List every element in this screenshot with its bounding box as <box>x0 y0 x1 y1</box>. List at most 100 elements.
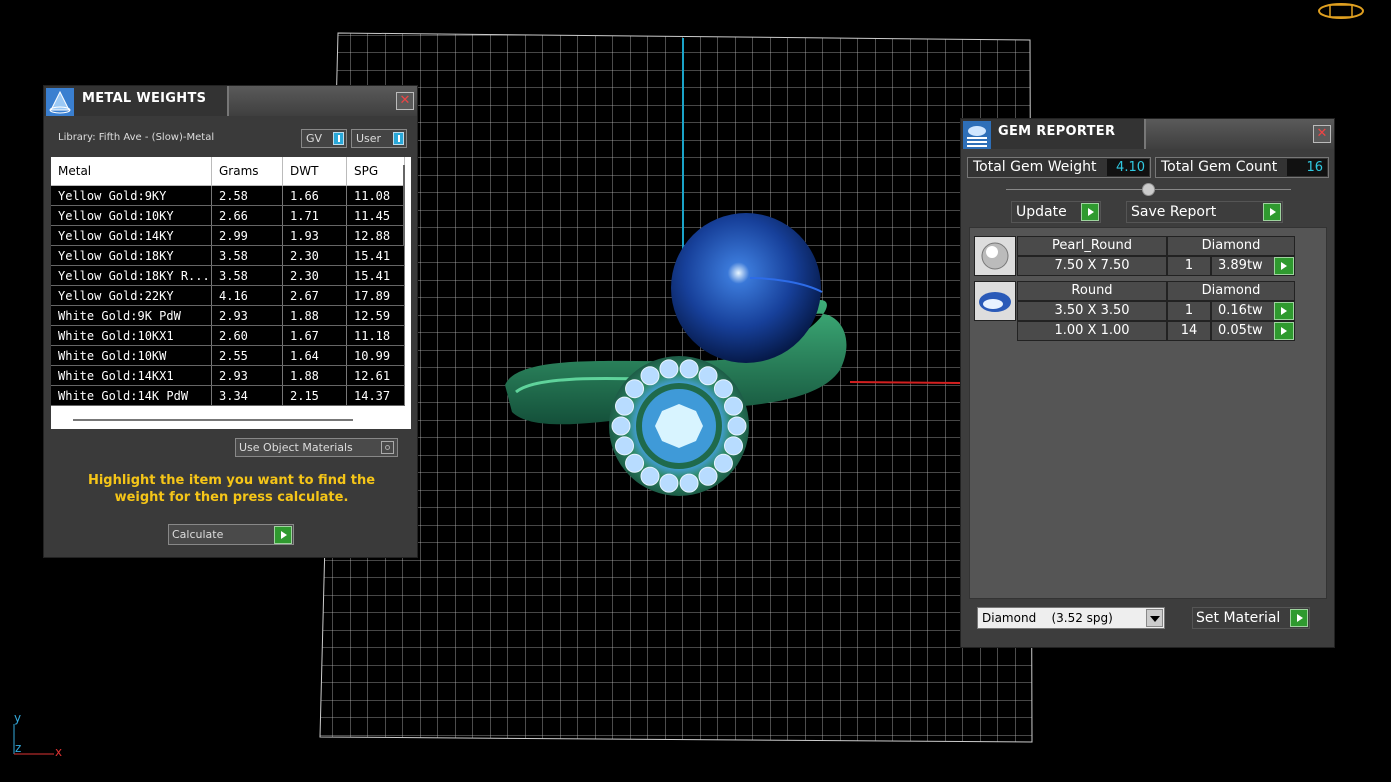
play-arrow-icon <box>1290 609 1308 627</box>
cell-dwt: 1.64 <box>282 345 347 366</box>
pearl-thumbnail-icon[interactable] <box>974 236 1016 276</box>
use-object-materials-radio[interactable] <box>381 441 394 454</box>
collapse-toggle[interactable] <box>1142 183 1155 196</box>
view-cube-icon[interactable] <box>1316 0 1366 24</box>
metal-table-grid: Metal Grams DWT SPG Yellow Gold:9KY 2.58 1… <box>51 157 405 406</box>
metal-table-hscrollbar[interactable] <box>73 419 353 421</box>
metal-table-row[interactable]: White Gold:10KX1 2.60 1.67 11.18 <box>51 325 405 346</box>
chevron-down-icon[interactable] <box>1146 609 1163 627</box>
gem-weight-cell: 0.05tw <box>1211 321 1295 341</box>
use-object-materials-option[interactable]: Use Object Materials <box>235 438 398 457</box>
gv-toggle-knob <box>333 132 344 145</box>
gem-count: 1 <box>1167 301 1211 321</box>
gem-weight-cell: 0.16tw <box>1211 301 1295 321</box>
cell-metal: Yellow Gold:22KY <box>51 285 212 306</box>
metal-table-row[interactable]: White Gold:9K PdW 2.93 1.88 12.59 <box>51 305 405 326</box>
metal-table-row[interactable]: Yellow Gold:22KY 4.16 2.67 17.89 <box>51 285 405 306</box>
calculate-label: Calculate <box>172 528 224 541</box>
halo-stone <box>679 359 699 379</box>
gem-weight-cell: 3.89tw <box>1211 256 1295 276</box>
halo-stone <box>698 466 718 486</box>
metal-table-row[interactable]: White Gold:10KW 2.55 1.64 10.99 <box>51 345 405 366</box>
metal-table-vscrollbar[interactable] <box>403 165 405 245</box>
cell-dwt: 1.88 <box>282 305 347 326</box>
calculate-button[interactable]: Calculate <box>168 524 294 545</box>
cell-spg: 15.41 <box>346 265 405 286</box>
cell-dwt: 2.15 <box>282 385 347 406</box>
select-gem-button[interactable] <box>1274 257 1294 275</box>
metal-table-row[interactable]: Yellow Gold:9KY 2.58 1.66 11.08 <box>51 185 405 206</box>
cell-metal: White Gold:10KW <box>51 345 212 366</box>
play-arrow-icon <box>274 526 292 544</box>
metal-table-row[interactable]: Yellow Gold:14KY 2.99 1.93 12.88 <box>51 225 405 246</box>
metal-table-row[interactable]: White Gold:14K PdW 3.34 2.15 14.37 <box>51 385 405 406</box>
total-gem-count-label: Total Gem Count <box>1161 159 1278 175</box>
metal-table-row[interactable]: Yellow Gold:18KY R... 3.58 2.30 15.41 <box>51 265 405 286</box>
cell-grams: 2.58 <box>211 185 283 206</box>
save-report-button[interactable]: Save Report <box>1126 201 1283 223</box>
cell-dwt: 1.88 <box>282 365 347 386</box>
col-spg[interactable]: SPG <box>346 157 405 186</box>
cell-spg: 12.61 <box>346 365 405 386</box>
gem-weight: 0.05tw <box>1218 323 1263 338</box>
update-button[interactable]: Update <box>1011 201 1101 223</box>
cell-metal: Yellow Gold:18KY <box>51 245 212 266</box>
gem-count: 1 <box>1167 256 1211 276</box>
gem-reporter-close-button[interactable]: ✕ <box>1313 125 1331 143</box>
gv-toggle[interactable]: GV <box>301 129 347 148</box>
select-gem-button[interactable] <box>1274 302 1294 320</box>
halo-stone <box>679 473 699 493</box>
total-gem-count: Total Gem Count 16 <box>1155 157 1329 178</box>
col-dwt[interactable]: DWT <box>282 157 347 186</box>
select-gem-button[interactable] <box>1274 322 1294 340</box>
col-metal[interactable]: Metal <box>51 157 212 186</box>
axis-x-label: x <box>55 745 63 759</box>
cell-dwt: 2.30 <box>282 265 347 286</box>
halo-stone <box>614 396 634 416</box>
cell-grams: 3.34 <box>211 385 283 406</box>
cell-dwt: 1.93 <box>282 225 347 246</box>
metal-table[interactable]: Metal Grams DWT SPG Yellow Gold:9KY 2.58 1… <box>51 157 411 429</box>
gem-reporter-titlebar[interactable]: GEM REPORTER ✕ <box>961 119 1334 149</box>
set-material-button[interactable]: Set Material <box>1192 607 1310 629</box>
gem-list[interactable]: Pearl_Round Diamond 7.50 X 7.50 1 3.89tw… <box>969 227 1327 599</box>
gem-reporter-panel: GEM REPORTER ✕ Total Gem Weight 4.10 Tot… <box>960 118 1335 648</box>
halo-stone <box>640 366 660 386</box>
save-report-label: Save Report <box>1131 204 1217 220</box>
cell-grams: 2.93 <box>211 305 283 326</box>
gv-label: GV <box>306 132 323 145</box>
use-object-materials-label: Use Object Materials <box>239 441 353 454</box>
gem-size: 1.00 X 1.00 <box>1017 321 1167 341</box>
user-toggle[interactable]: User <box>351 129 407 148</box>
cell-grams: 2.55 <box>211 345 283 366</box>
round-gem-thumbnail-icon[interactable] <box>974 281 1016 321</box>
user-toggle-knob <box>393 132 404 145</box>
x-axis-line <box>849 381 961 384</box>
gem-shape: Pearl_Round <box>1017 236 1167 256</box>
halo-stone <box>611 416 631 436</box>
cell-spg: 10.99 <box>346 345 405 366</box>
halo-stone <box>614 436 634 456</box>
cell-metal: White Gold:10KX1 <box>51 325 212 346</box>
library-label: Library: Fifth Ave - (Slow)-Metal <box>58 132 215 143</box>
metal-table-row[interactable]: Yellow Gold:18KY 3.58 2.30 15.41 <box>51 245 405 266</box>
halo-stone <box>724 436 744 456</box>
cell-dwt: 1.67 <box>282 325 347 346</box>
total-gem-weight-value: 4.10 <box>1107 159 1149 176</box>
gem-material: Diamond <box>1167 281 1295 301</box>
cell-metal: Yellow Gold:9KY <box>51 185 212 206</box>
total-gem-weight: Total Gem Weight 4.10 <box>967 157 1151 178</box>
material-select[interactable]: Diamond (3.52 spg) <box>977 607 1165 629</box>
metal-table-row[interactable]: Yellow Gold:10KY 2.66 1.71 11.45 <box>51 205 405 226</box>
metal-weights-panel: METAL WEIGHTS ✕ Library: Fifth Ave - (Sl… <box>43 85 418 558</box>
calculate-hint: Highlight the item you want to find the … <box>87 473 376 505</box>
col-grams[interactable]: Grams <box>211 157 283 186</box>
user-label: User <box>356 132 382 145</box>
cell-dwt: 2.67 <box>282 285 347 306</box>
cell-metal: Yellow Gold:18KY R... <box>51 265 212 286</box>
cell-grams: 3.58 <box>211 265 283 286</box>
metal-weights-titlebar[interactable]: METAL WEIGHTS ✕ <box>44 86 417 116</box>
metal-weights-close-button[interactable]: ✕ <box>396 92 414 110</box>
set-material-label: Set Material <box>1196 610 1281 626</box>
metal-table-row[interactable]: White Gold:14KX1 2.93 1.88 12.61 <box>51 365 405 386</box>
